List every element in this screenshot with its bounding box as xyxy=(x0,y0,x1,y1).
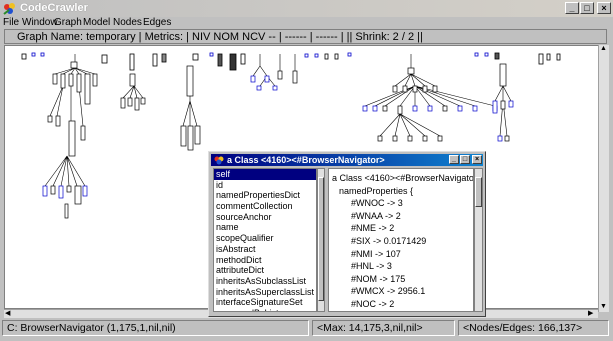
status-counts: <Nodes/Edges: 166,137> xyxy=(458,320,609,336)
minimize-button[interactable]: _ xyxy=(565,2,579,14)
inspector-field-item[interactable]: attributeDict xyxy=(214,265,316,276)
menu-graph[interactable]: Graph xyxy=(54,17,82,28)
menu-edges[interactable]: Edges xyxy=(143,17,171,28)
scroll-left-icon[interactable]: ◀ xyxy=(5,310,10,318)
inspector-list-scrollbar[interactable] xyxy=(317,168,325,312)
scroll-up-icon[interactable]: ▲ xyxy=(600,45,607,53)
inspector-minimize-button[interactable]: _ xyxy=(449,155,459,164)
close-button[interactable]: × xyxy=(597,2,611,14)
graph-info-bar: Graph Name: temporary | Metrics: | NIV N… xyxy=(4,29,607,44)
graph-info-text: Graph Name: temporary | Metrics: | NIV N… xyxy=(17,31,423,43)
inspector-window[interactable]: a Class <4160><#BrowserNavigator> _ □ × … xyxy=(208,151,486,317)
inspector-logo-icon xyxy=(214,156,224,165)
inspector-title: a Class <4160><#BrowserNavigator> xyxy=(227,155,385,165)
inspector-value-line: #NOM -> 175 xyxy=(351,273,406,284)
inspector-field-item[interactable]: sourceAnchor xyxy=(214,212,316,223)
inspector-field-item[interactable]: name xyxy=(214,222,316,233)
inspector-value-line: #NOC -> 2 xyxy=(351,299,395,309)
codecrawler-logo-icon xyxy=(3,3,15,15)
inspector-field-item[interactable]: accessedByList xyxy=(214,308,316,311)
inspector-value-line: #WNOC -> 3 xyxy=(351,198,403,209)
maximize-icon: □ xyxy=(584,3,590,13)
inspector-field-item[interactable]: self xyxy=(214,169,316,180)
maximize-button[interactable]: □ xyxy=(580,2,594,14)
minimize-icon: _ xyxy=(569,3,575,13)
inspector-value-scrollbar[interactable] xyxy=(474,168,483,312)
inspector-close-button[interactable]: × xyxy=(472,155,482,164)
scroll-right-icon[interactable]: ▶ xyxy=(588,310,593,318)
inspector-field-item[interactable]: methodDict xyxy=(214,255,316,266)
menu-bar: File Window Graph Model Nodes Edges xyxy=(0,17,613,29)
inspector-title-bar[interactable]: a Class <4160><#BrowserNavigator> _ □ × xyxy=(211,154,483,166)
inspector-value-line: #NME -> 2 xyxy=(351,223,395,234)
scroll-thumb[interactable] xyxy=(318,177,324,301)
inspector-maximize-button[interactable]: □ xyxy=(460,155,470,164)
menu-nodes[interactable]: Nodes xyxy=(113,17,142,28)
inspector-value-line: #SIX -> 0.0171429 xyxy=(351,236,427,246)
inspector-field-item[interactable]: interfaceSignatureSet xyxy=(214,297,316,308)
scroll-down-icon[interactable]: ▼ xyxy=(600,303,607,311)
inspector-field-item[interactable]: commentCollection xyxy=(214,201,316,212)
status-bar: C: BrowserNavigator (1,175,1,nil,nil) <M… xyxy=(0,320,613,338)
inspector-value-line: #HNL -> 3 xyxy=(351,261,392,272)
inspector-field-list[interactable]: self id namedPropertiesDict commentCollecti… xyxy=(213,168,317,312)
canvas-vertical-scrollbar[interactable]: ▲ ▼ xyxy=(598,45,609,312)
inspector-value-line: #WMCX -> 2956.1 xyxy=(351,286,426,297)
inspector-field-item[interactable]: inheritsAsSuperclassList xyxy=(214,287,316,298)
scroll-thumb[interactable] xyxy=(475,177,482,207)
inspector-value-pane[interactable]: a Class <4160><#BrowserNavigator> namedPr… xyxy=(328,168,474,312)
menu-window[interactable]: Window xyxy=(22,17,58,28)
inspector-field-item[interactable]: scopeQualifier xyxy=(214,233,316,244)
inspector-field-item[interactable]: id xyxy=(214,180,316,191)
maximize-icon: □ xyxy=(462,156,468,163)
inspector-field-item[interactable]: namedPropertiesDict xyxy=(214,190,316,201)
inspector-field-item[interactable]: isAbstract xyxy=(214,244,316,255)
menu-model[interactable]: Model xyxy=(83,17,110,28)
minimize-icon: _ xyxy=(452,156,456,163)
close-icon: × xyxy=(601,3,607,13)
inspector-value-line: #NMI -> 107 xyxy=(351,248,401,259)
status-class-info: C: BrowserNavigator (1,175,1,nil,nil) xyxy=(2,320,309,336)
title-bar: CodeCrawler _ □ × xyxy=(0,0,613,17)
inspector-value-line: namedProperties { xyxy=(339,185,414,196)
window-title: CodeCrawler xyxy=(20,2,88,14)
close-icon: × xyxy=(474,156,480,163)
inspector-value-line: #WNAA -> 2 xyxy=(351,210,401,221)
inspector-value-line: a Class <4160><#BrowserNavigator> xyxy=(332,173,474,183)
inspector-field-item[interactable]: inheritsAsSubclassList xyxy=(214,276,316,287)
status-max-info: <Max: 14,175,3,nil,nil> xyxy=(312,320,455,336)
menu-file[interactable]: File xyxy=(3,17,19,28)
